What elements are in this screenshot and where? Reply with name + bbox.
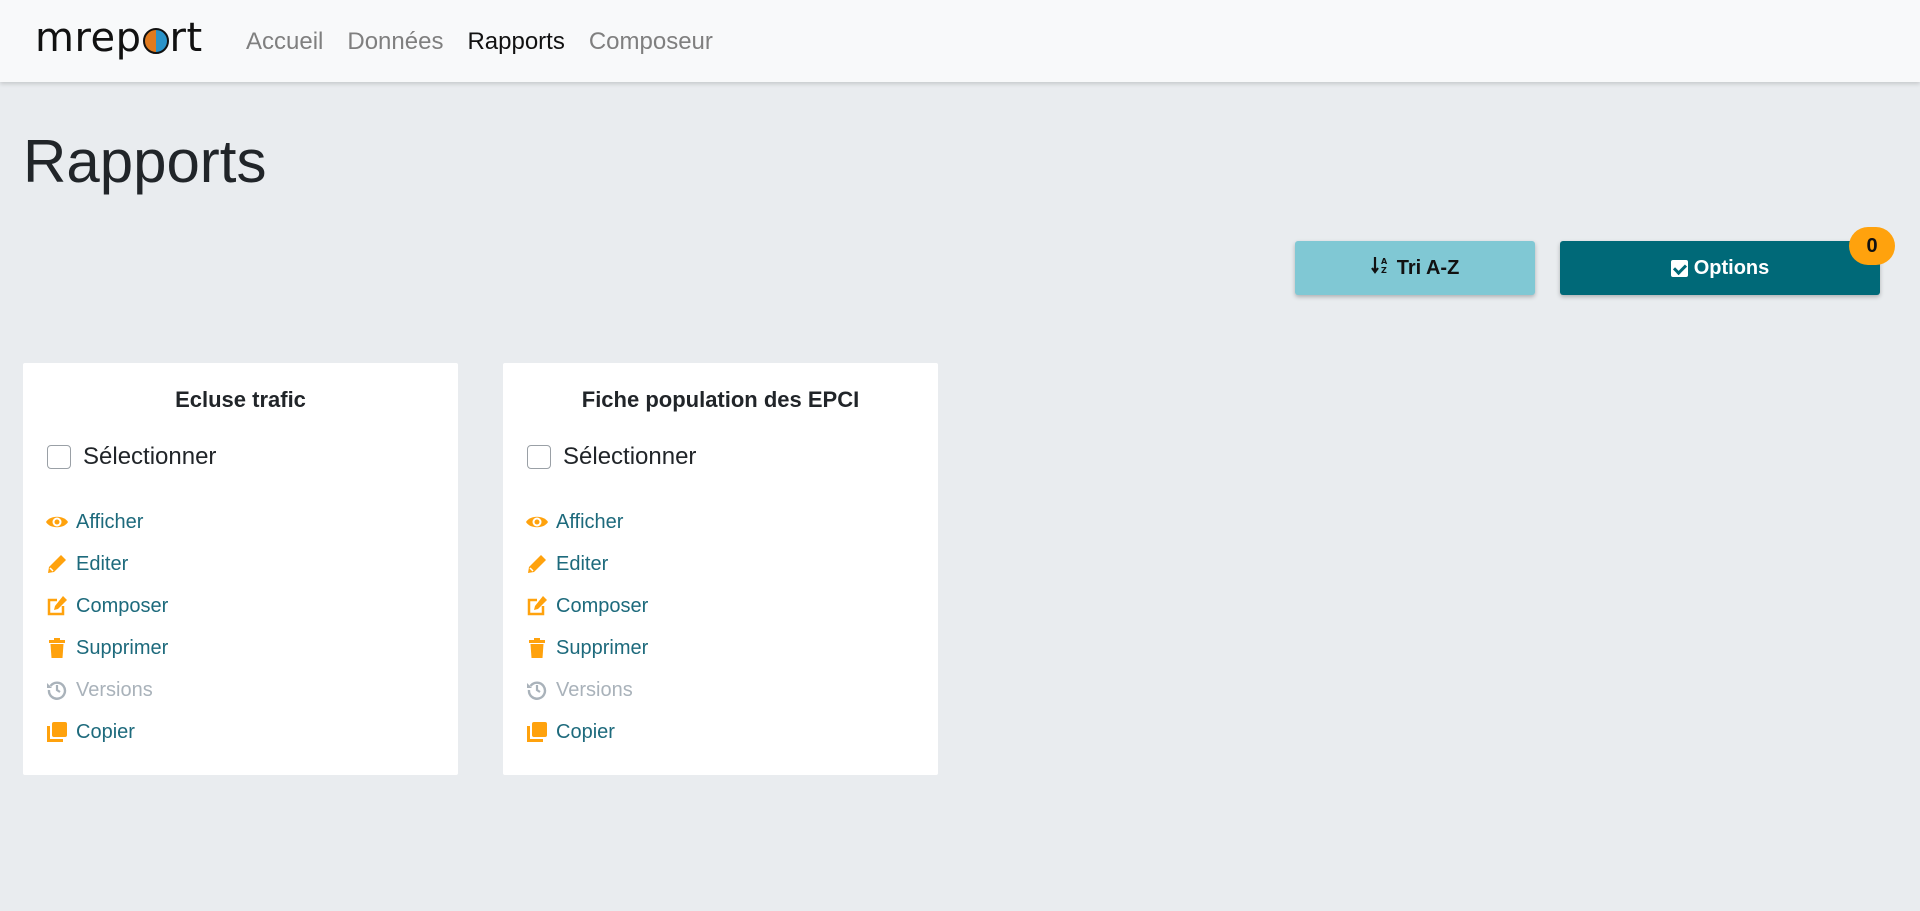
editer-link[interactable]: Editer [525,543,648,585]
editer-link[interactable]: Editer [45,543,168,585]
select-checkbox[interactable] [47,445,71,469]
report-actions: Afficher Editer Composer Supprimer Versi… [45,501,168,753]
afficher-label: Afficher [76,510,144,533]
versions-label: Versions [556,678,633,701]
supprimer-label: Supprimer [76,636,169,659]
nav-item-composeur[interactable]: Composeur [589,28,713,56]
select-row[interactable]: Sélectionner [47,443,216,471]
history-icon [45,678,69,702]
select-checkbox[interactable] [527,445,551,469]
navbar: mrep rt Accueil Données Rapports Composeu… [0,0,1920,82]
composer-label: Composer [76,594,169,617]
report-title: Fiche population des EPCI [581,387,860,412]
copy-icon [525,720,549,744]
composer-link[interactable]: Composer [525,585,648,627]
nav-item-donnees[interactable]: Données [347,28,443,56]
trash-icon [525,636,549,660]
brand-text-suffix: rt [169,15,203,61]
editer-label: Editer [556,552,609,575]
logo-o-icon [142,28,169,54]
versions-link: Versions [45,669,168,711]
supprimer-label: Supprimer [556,636,649,659]
sort-az-label: Tri A-Z [1396,256,1460,279]
report-title: Ecluse trafic [175,387,306,412]
copier-link[interactable]: Copier [525,711,648,753]
editer-label: Editer [76,552,129,575]
options-label: Options [1693,256,1770,279]
pencil-icon [45,552,69,576]
report-card: Fiche population des EPCI Sélectionner A… [503,363,938,775]
brand-text-prefix: mrep [35,15,142,61]
supprimer-link[interactable]: Supprimer [45,627,168,669]
eye-icon [525,510,549,534]
selected-count-badge: 0 [1849,227,1895,265]
select-row[interactable]: Sélectionner [527,443,696,471]
copy-icon [45,720,69,744]
svg-text:A: A [1381,257,1388,266]
select-label: Sélectionner [563,443,697,470]
supprimer-link[interactable]: Supprimer [525,627,648,669]
trash-icon [45,636,69,660]
composer-label: Composer [556,594,649,617]
sort-az-button[interactable]: A Z Tri A-Z [1295,241,1535,295]
options-button[interactable]: Options [1560,241,1880,295]
check-square-icon [1670,259,1688,277]
report-actions: Afficher Editer Composer Supprimer Versi… [525,501,648,753]
sort-alpha-icon: A Z [1370,255,1391,281]
composer-link[interactable]: Composer [45,585,168,627]
versions-label: Versions [76,678,153,701]
pencil-icon [525,552,549,576]
select-label: Sélectionner [83,443,217,470]
history-icon [525,678,549,702]
nav-item-accueil[interactable]: Accueil [246,28,323,56]
copier-label: Copier [76,720,135,743]
versions-link: Versions [525,669,648,711]
edit-square-icon [45,594,69,618]
eye-icon [45,510,69,534]
afficher-link[interactable]: Afficher [525,501,648,543]
afficher-link[interactable]: Afficher [45,501,168,543]
nav-links: Accueil Données Rapports Composeur [246,22,713,62]
report-card: Ecluse trafic Sélectionner Afficher Edit… [23,363,458,775]
svg-text:Z: Z [1381,266,1387,275]
brand-logo[interactable]: mrep rt [35,12,203,64]
edit-square-icon [525,594,549,618]
afficher-label: Afficher [556,510,624,533]
copier-label: Copier [556,720,615,743]
page-title: Rapports [23,128,267,195]
nav-item-rapports[interactable]: Rapports [467,28,564,56]
copier-link[interactable]: Copier [45,711,168,753]
